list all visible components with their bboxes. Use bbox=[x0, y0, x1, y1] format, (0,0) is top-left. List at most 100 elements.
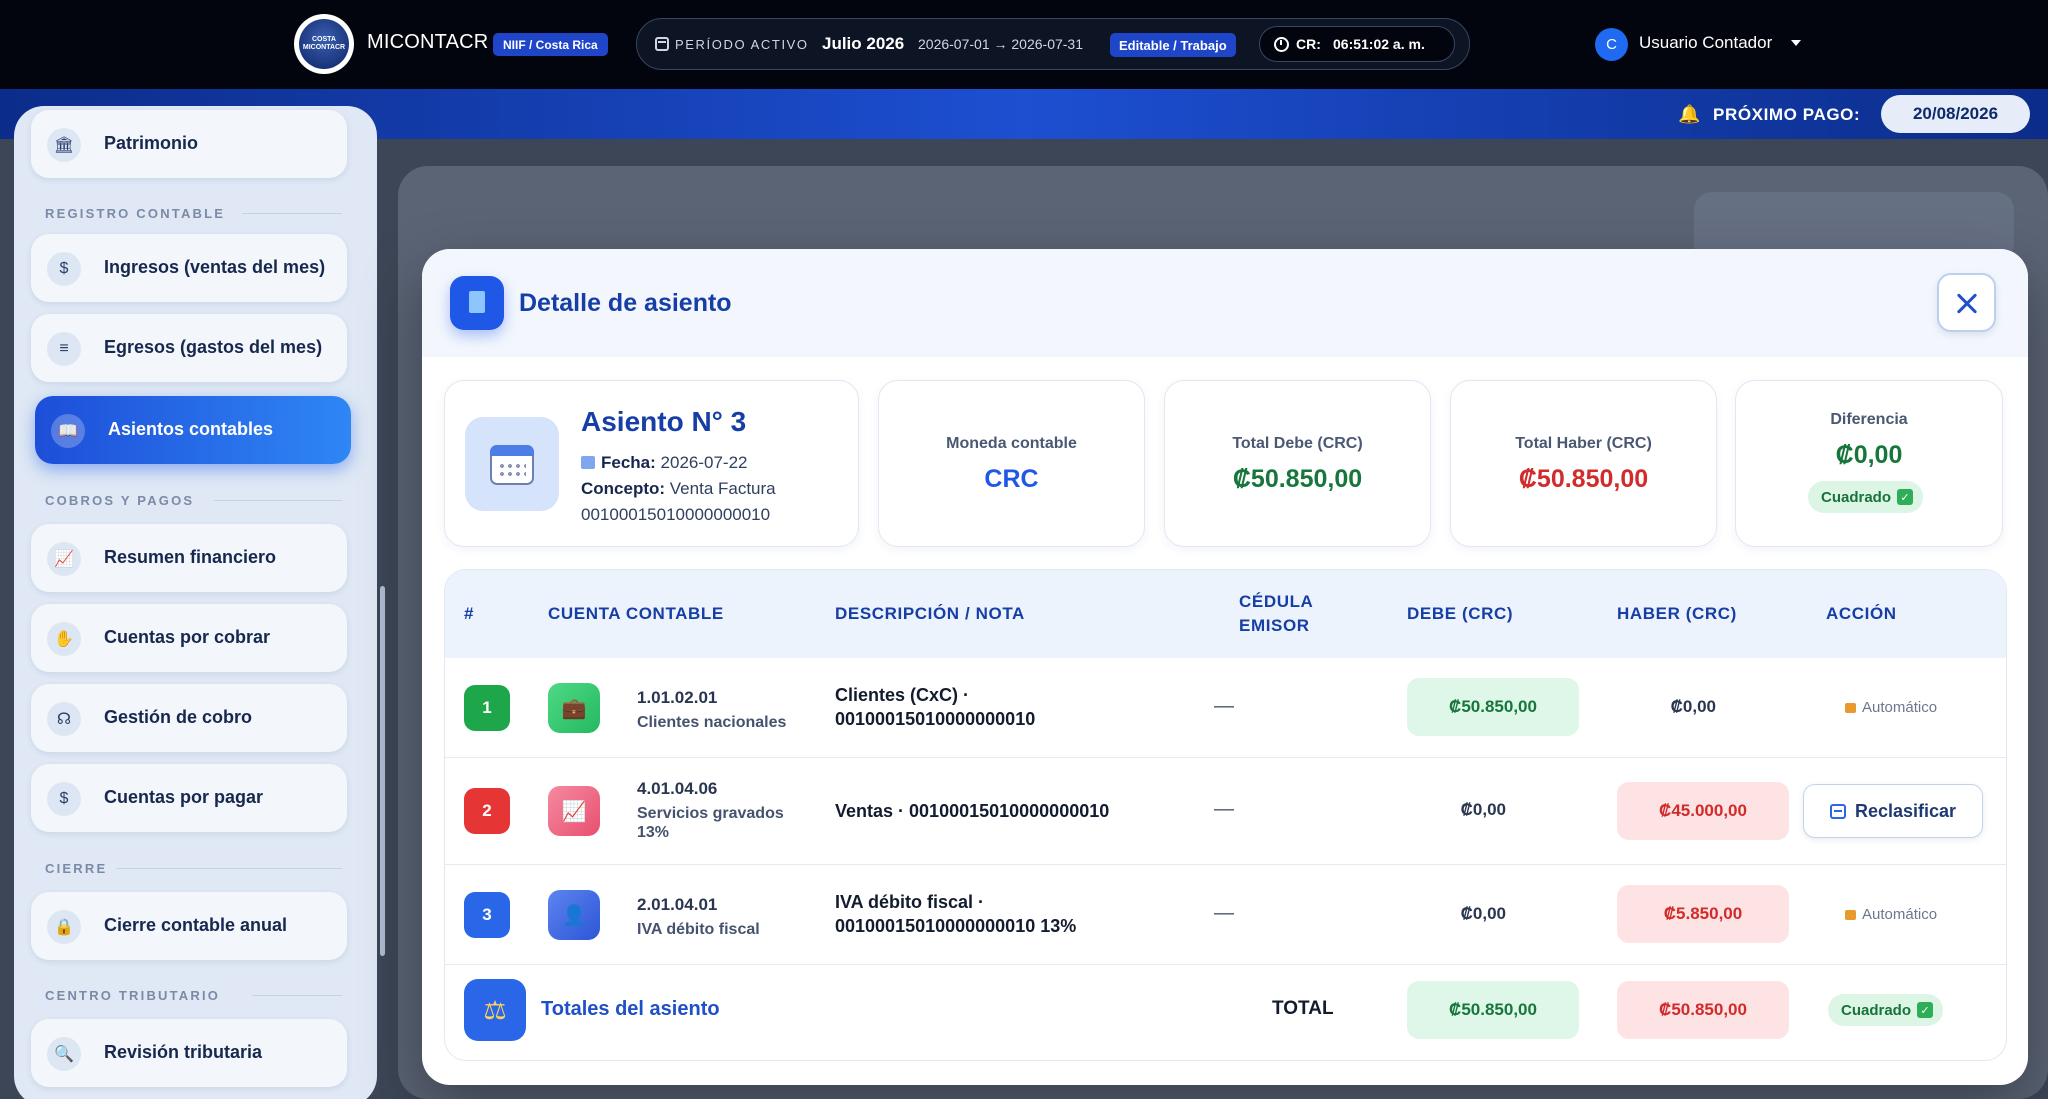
total-haber-value: ₡50.850,00 bbox=[1518, 465, 1649, 493]
app-logo[interactable]: COSTA MICONTACR bbox=[294, 14, 354, 74]
hand-coin-icon: ✋ bbox=[47, 622, 81, 656]
currency-value: CRC bbox=[984, 465, 1039, 493]
app-name: MICONTACR bbox=[367, 31, 489, 53]
period-range: 2026-07-01 → 2026-07-31 bbox=[918, 36, 1084, 52]
top-bar: COSTA MICONTACR MICONTACR NIIF / Costa R… bbox=[0, 0, 2048, 89]
table-row[interactable]: 3 👤 2.01.04.01 IVA débito fiscal IVA déb… bbox=[445, 865, 2006, 965]
account-name: Servicios gravados 13% bbox=[637, 805, 784, 841]
sidebar-item-cierre-anual[interactable]: 🔒 Cierre contable anual bbox=[31, 892, 347, 960]
briefcase-icon: 💼 bbox=[548, 683, 600, 733]
sidebar-item-gestion-cobro[interactable]: ☊ Gestión de cobro bbox=[31, 684, 347, 752]
credit-amount: ₡5.850,00 bbox=[1617, 885, 1789, 943]
period-month: Julio 2026 bbox=[822, 34, 905, 53]
column-header-descripcion: DESCRIPCIÓN / NOTA bbox=[835, 604, 1025, 623]
total-debe-value: ₡50.850,00 bbox=[1232, 465, 1363, 493]
close-button[interactable] bbox=[1937, 273, 1996, 332]
sidebar-item-ingresos[interactable]: $ Ingresos (ventas del mes) bbox=[31, 234, 347, 302]
row-number-badge: 1 bbox=[464, 685, 510, 731]
person-icon: 👤 bbox=[548, 890, 600, 940]
check-icon: ✓ bbox=[1897, 489, 1914, 505]
total-haber-label: Total Haber (CRC) bbox=[1515, 435, 1652, 452]
chevron-down-icon[interactable] bbox=[1791, 40, 1801, 46]
table-row[interactable]: 2 📈 4.01.04.06 Servicios gravados 13% Ve… bbox=[445, 758, 2006, 865]
sidebar-item-label: Revisión tributaria bbox=[104, 1042, 263, 1062]
sidebar-item-egresos[interactable]: ≡ Egresos (gastos del mes) bbox=[31, 314, 347, 382]
reclassify-button[interactable]: Reclasificar bbox=[1803, 784, 1983, 838]
check-icon: ✓ bbox=[1917, 1002, 1934, 1018]
sidebar-section-cierre: CIERRE bbox=[45, 861, 108, 876]
sidebar-item-cuentas-cobrar[interactable]: ✋ Cuentas por cobrar bbox=[31, 604, 347, 672]
column-header-haber: HABER (CRC) bbox=[1617, 604, 1737, 623]
modal-header: Detalle de asiento bbox=[422, 249, 2028, 357]
column-header-cedula: CÉDULA bbox=[1239, 592, 1314, 611]
column-header-emisor: EMISOR bbox=[1239, 616, 1310, 635]
totals-label: Totales del asiento bbox=[541, 998, 720, 1020]
clock-time: 06:51:02 a. m. bbox=[1333, 36, 1425, 52]
next-payment-label: PRÓXIMO PAGO: bbox=[1713, 105, 1861, 124]
user-avatar[interactable]: C bbox=[1595, 28, 1628, 61]
bell-icon: 🔔 bbox=[1678, 104, 1701, 124]
invoice-dollar-icon: $ bbox=[47, 252, 81, 286]
cedula-emisor: — bbox=[1214, 902, 1234, 924]
sidebar-item-revision-tributaria[interactable]: 🔍 Revisión tributaria bbox=[31, 1019, 347, 1087]
edit-icon bbox=[1829, 803, 1846, 819]
cedula-emisor: — bbox=[1214, 798, 1234, 820]
auto-action-label: Automático bbox=[1845, 699, 1937, 716]
asiento-concepto-number: 00100015010000000010 bbox=[581, 505, 771, 524]
sidebar-item-patrimonio[interactable]: 🏛 Patrimonio bbox=[31, 110, 347, 178]
row-number-badge: 3 bbox=[464, 892, 510, 938]
sidebar-item-resumen[interactable]: 📈 Resumen financiero bbox=[31, 524, 347, 592]
calendar-icon bbox=[581, 456, 595, 469]
sidebar-section-registro: REGISTRO CONTABLE bbox=[45, 206, 226, 221]
asiento-concepto: Concepto: Venta Factura bbox=[581, 479, 776, 498]
table-row[interactable]: 1 💼 1.01.02.01 Clientes nacionales Clien… bbox=[445, 658, 2006, 758]
sidebar-item-label: Gestión de cobro bbox=[104, 707, 253, 727]
sidebar: 🏛 Patrimonio REGISTRO CONTABLE $ Ingreso… bbox=[14, 106, 385, 1099]
status-label: Cuadrado bbox=[1841, 1001, 1912, 1019]
search-document-icon: 🔍 bbox=[47, 1037, 81, 1071]
row-description: Ventas · 00100015010000000010 bbox=[835, 801, 1110, 821]
asiento-number: Asiento N° 3 bbox=[581, 406, 747, 437]
credit-amount: ₡0,00 bbox=[1670, 697, 1716, 716]
sidebar-scrollbar[interactable] bbox=[380, 586, 385, 956]
asiento-detail-modal: Detalle de asiento Asiento N° 3 Fecha: 2… bbox=[422, 249, 2028, 1085]
period-label: PERÍODO ACTIVO bbox=[675, 37, 809, 52]
total-debe-card: Total Debe (CRC) ₡50.850,00 bbox=[1164, 380, 1431, 547]
niif-badge: NIIF / Costa Rica bbox=[493, 33, 608, 56]
row-number-badge: 2 bbox=[464, 788, 510, 834]
column-header-cuenta: CUENTA CONTABLE bbox=[548, 604, 724, 623]
total-haber-card: Total Haber (CRC) ₡50.850,00 bbox=[1450, 380, 1717, 547]
total-debe-label: Total Debe (CRC) bbox=[1232, 435, 1363, 452]
row-description: IVA débito fiscal · 00100015010000000010… bbox=[835, 892, 1077, 936]
lock-icon: 🔒 bbox=[47, 910, 81, 944]
sidebar-item-label: Asientos contables bbox=[108, 419, 274, 439]
headset-icon: ☊ bbox=[47, 702, 81, 736]
entries-table: # CUENTA CONTABLE DESCRIPCIÓN / NOTA CÉD… bbox=[444, 569, 2007, 1061]
account-name: Clientes nacionales bbox=[637, 714, 787, 731]
sidebar-item-asientos[interactable]: 📖 Asientos contables bbox=[35, 396, 351, 464]
receipt-icon: ≡ bbox=[47, 332, 81, 366]
total-word: TOTAL bbox=[1272, 998, 1334, 1019]
difference-label: Diferencia bbox=[1830, 411, 1908, 428]
column-header-num: # bbox=[464, 604, 475, 623]
account-code: 2.01.04.01 bbox=[637, 895, 718, 914]
section-divider bbox=[242, 213, 342, 214]
debit-amount: ₡0,00 bbox=[1460, 904, 1506, 923]
asiento-fecha: Fecha: 2026-07-22 bbox=[581, 453, 748, 473]
column-header-accion: ACCIÓN bbox=[1826, 604, 1897, 623]
sidebar-item-cuentas-pagar[interactable]: $ Cuentas por pagar bbox=[31, 764, 347, 832]
column-header-debe: DEBE (CRC) bbox=[1407, 604, 1514, 623]
line-chart-icon: 📈 bbox=[47, 542, 81, 576]
lock-icon bbox=[1845, 910, 1856, 920]
total-credit-amount: ₡50.850,00 bbox=[1617, 981, 1789, 1039]
user-menu-name[interactable]: Usuario Contador bbox=[1639, 33, 1772, 53]
sidebar-item-label: Patrimonio bbox=[104, 133, 199, 153]
account-code: 1.01.02.01 bbox=[637, 688, 718, 707]
auto-action-label: Automático bbox=[1845, 906, 1937, 923]
next-payment-date[interactable]: 20/08/2026 bbox=[1881, 95, 2030, 133]
bank-icon: 🏛 bbox=[47, 128, 81, 162]
book-icon bbox=[450, 276, 504, 330]
sidebar-item-label: Cuentas por pagar bbox=[104, 787, 264, 807]
clock-prefix: CR: bbox=[1296, 36, 1321, 52]
section-divider bbox=[214, 500, 342, 501]
